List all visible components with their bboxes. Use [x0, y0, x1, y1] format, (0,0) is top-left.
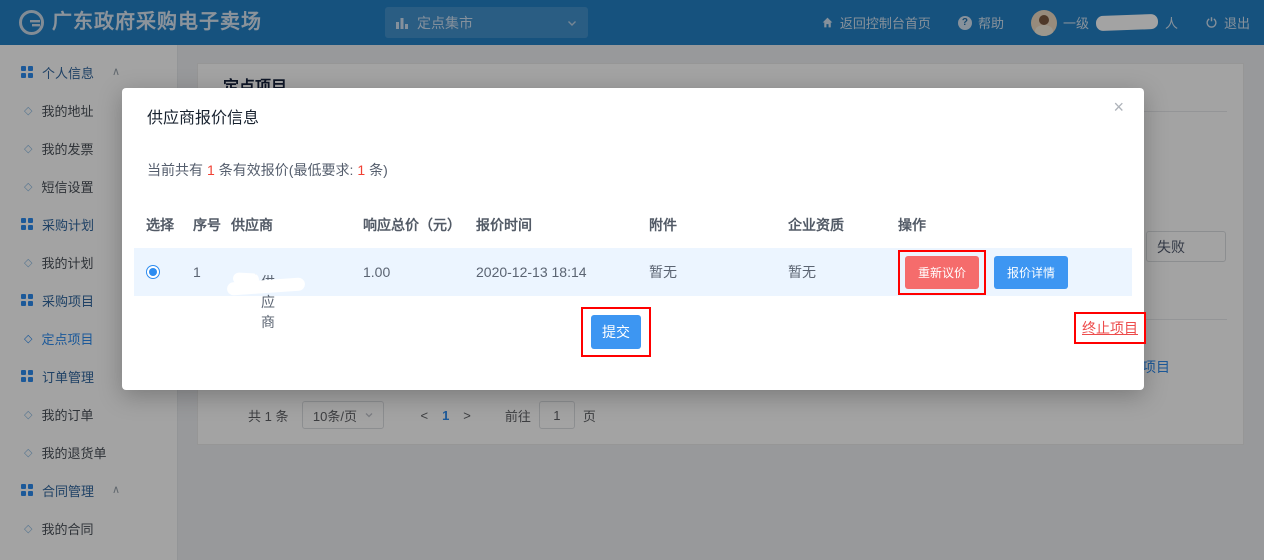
table-row: 1 供应商 1.00 2020-12-13 18:14 暂无 暂无 重新议价 [134, 248, 1132, 296]
valid-quote-count: 1 [207, 162, 215, 178]
redaction-blob [233, 272, 260, 285]
renegotiate-button[interactable]: 重新议价 [905, 256, 979, 289]
col-index: 序号 [193, 215, 231, 235]
col-total-price: 响应总价（元） [363, 215, 476, 235]
row-select-radio[interactable] [146, 265, 160, 279]
row-qualification: 暂无 [788, 262, 898, 282]
col-select: 选择 [146, 215, 193, 235]
quote-summary: 当前共有1条有效报价(最低要求:1条) [147, 160, 388, 180]
modal-title: 供应商报价信息 [147, 104, 259, 128]
col-quote-time: 报价时间 [476, 215, 649, 235]
supplier-quote-modal: 供应商报价信息 × 当前共有1条有效报价(最低要求:1条) 选择 序号 供应商 … [122, 88, 1144, 390]
annotation-box-renegotiate: 重新议价 [898, 250, 986, 295]
row-quote-time: 2020-12-13 18:14 [476, 264, 649, 280]
row-index: 1 [193, 264, 231, 280]
col-supplier: 供应商 [231, 215, 363, 235]
submit-button[interactable]: 提交 [591, 315, 641, 349]
col-qualification: 企业资质 [788, 215, 898, 235]
terminate-project-link[interactable]: 终止项目 [1082, 318, 1138, 338]
row-attachment: 暂无 [649, 262, 788, 282]
annotation-box-submit: 提交 [581, 307, 651, 357]
annotation-box-terminate: 终止项目 [1074, 312, 1146, 344]
row-total-price: 1.00 [363, 264, 476, 280]
close-icon[interactable]: × [1113, 98, 1124, 116]
table-header-row: 选择 序号 供应商 响应总价（元） 报价时间 附件 企业资质 操作 [122, 208, 1144, 242]
col-attachment: 附件 [649, 215, 788, 235]
min-quote-count: 1 [357, 162, 365, 178]
col-operations: 操作 [898, 215, 1144, 235]
app: 广东政府采购电子卖场 定点集市 返回控制台首页 ? 帮助 [0, 0, 1264, 560]
quote-details-button[interactable]: 报价详情 [994, 256, 1068, 289]
